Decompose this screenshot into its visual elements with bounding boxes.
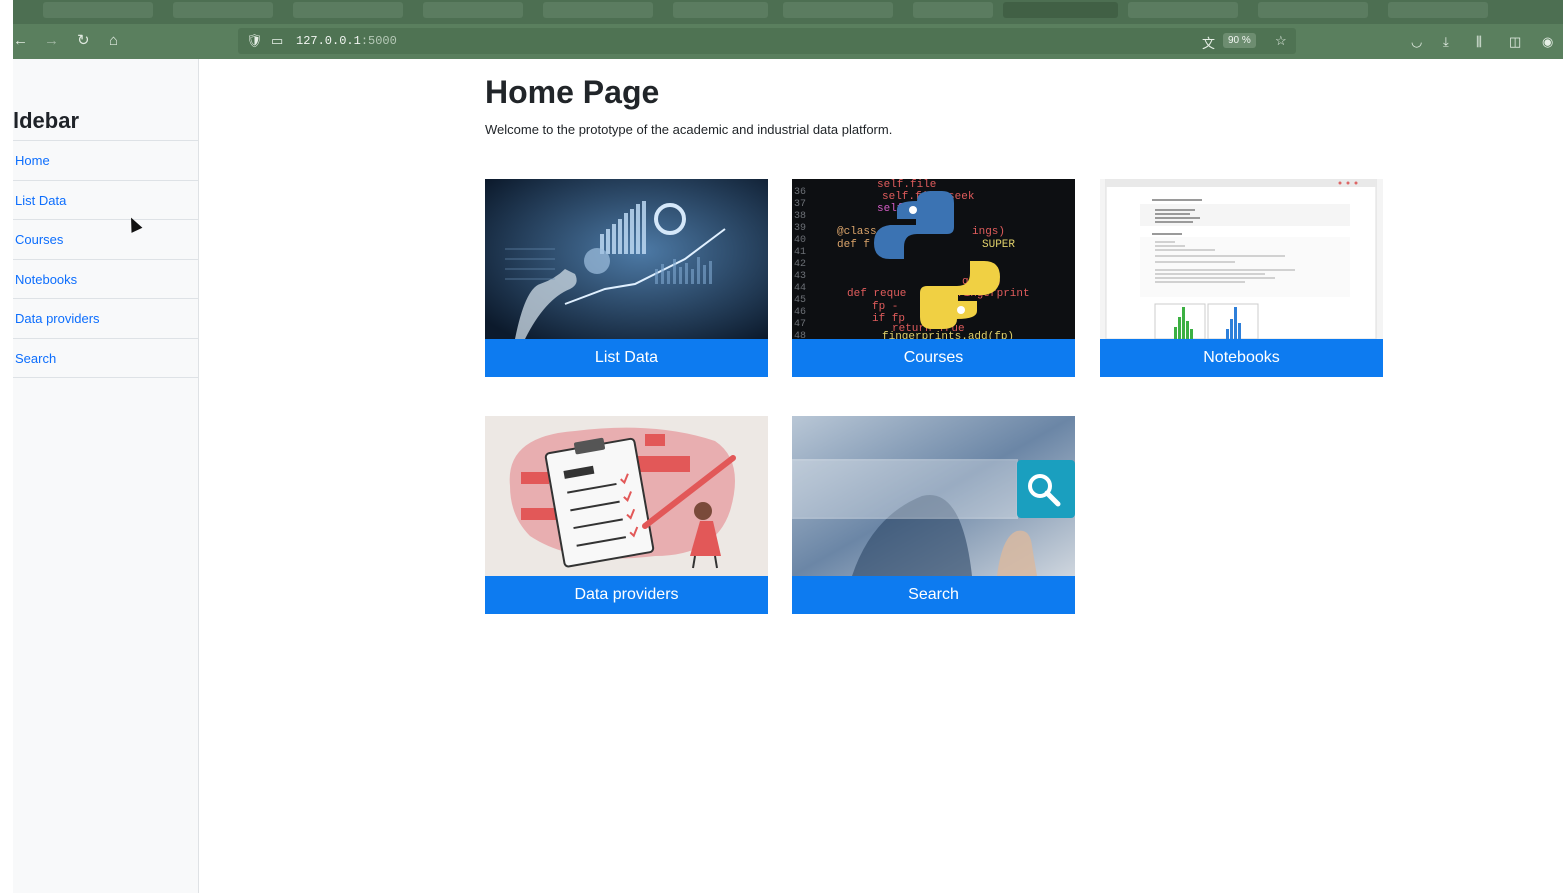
download-icon[interactable]: ⤓ — [1443, 34, 1449, 50]
list-data-button[interactable]: List Data — [485, 339, 768, 377]
data-providers-button[interactable]: Data providers — [485, 576, 768, 614]
sidebar-item-label[interactable]: Notebooks — [15, 272, 77, 287]
sidebar-item-label[interactable]: Courses — [15, 232, 63, 247]
page-icon: ▭ — [271, 33, 284, 48]
svg-text:self.file: self.file — [877, 179, 936, 191]
card-list-data: List Data — [485, 179, 768, 377]
pocket-icon[interactable]: ◡ — [1411, 34, 1422, 50]
svg-text:48: 48 — [794, 331, 806, 339]
python-code-image: 36 37 38 39 40 41 42 43 44 45 46 47 48 self.file… — [792, 179, 1075, 339]
url-port: :5000 — [360, 34, 397, 48]
shield-icon[interactable]: 🛡 — [246, 33, 263, 49]
svg-text:41: 41 — [794, 247, 806, 258]
sidebar-item-label[interactable]: Search — [15, 351, 56, 366]
sidebar: ldebar Home List Data Courses Notebooks … — [13, 59, 199, 893]
svg-text:44: 44 — [794, 283, 806, 294]
page-title: Home Page — [485, 74, 660, 110]
svg-text:SUPER: SUPER — [982, 239, 1015, 251]
account-icon[interactable]: ◉ — [1542, 34, 1553, 50]
notebooks-button[interactable]: Notebooks — [1100, 339, 1383, 377]
svg-text:def reque: def reque — [847, 288, 906, 300]
svg-text:ings): ings) — [972, 226, 1005, 238]
sidebar-item-label[interactable]: Data providers — [15, 311, 100, 326]
browser-toolbar: ← → ↻ ⌂ 🛡 ▭ 127.0.0.1:5000 文 90 % ☆ ◡ ⤓ … — [13, 24, 1563, 59]
svg-text:40: 40 — [794, 235, 806, 246]
svg-text:37: 37 — [794, 199, 806, 210]
svg-text:36: 36 — [794, 187, 806, 198]
card-search: Search — [792, 416, 1075, 614]
page-description: Welcome to the prototype of the academic… — [485, 122, 893, 137]
data-analytics-image — [485, 179, 768, 339]
card-notebooks: Notebooks — [1100, 179, 1383, 377]
sidebar-item-list-data[interactable]: List Data — [13, 181, 198, 220]
home-icon[interactable]: ⌂ — [109, 33, 118, 49]
svg-text:fingerprints.add(fp): fingerprints.add(fp) — [882, 331, 1014, 339]
svg-text:42: 42 — [794, 259, 806, 270]
sidebar-title: ldebar — [13, 108, 80, 133]
svg-text:def f: def f — [837, 239, 870, 251]
translate-icon[interactable]: 文 — [1202, 33, 1215, 52]
reload-icon[interactable]: ↻ — [77, 33, 90, 49]
search-bar-image — [792, 416, 1075, 576]
notebook-screenshot-image — [1100, 179, 1383, 339]
card-courses: 36 37 38 39 40 41 42 43 44 45 46 47 48 self.file… — [792, 179, 1075, 377]
svg-text:46: 46 — [794, 307, 806, 318]
svg-text:fp -: fp - — [872, 301, 898, 313]
svg-text:38: 38 — [794, 211, 806, 222]
svg-text:47: 47 — [794, 319, 806, 330]
sidebar-item-search[interactable]: Search — [13, 339, 198, 378]
svg-text:39: 39 — [794, 223, 806, 234]
courses-button[interactable]: Courses — [792, 339, 1075, 377]
svg-text:@class: @class — [837, 226, 877, 238]
back-arrow-icon[interactable]: ← — [13, 33, 28, 49]
svg-text:45: 45 — [794, 295, 806, 306]
url-host: 127.0.0.1 — [296, 34, 361, 48]
bookmark-star-icon[interactable]: ☆ — [1275, 33, 1287, 49]
sidebar-item-label[interactable]: List Data — [15, 193, 66, 208]
screen-edge — [0, 0, 13, 893]
card-data-providers: Data providers — [485, 416, 768, 614]
url-text[interactable]: 127.0.0.1:5000 — [296, 34, 397, 48]
sidebar-item-courses[interactable]: Courses — [13, 220, 198, 260]
sidebar-item-notebooks[interactable]: Notebooks — [13, 260, 198, 299]
search-button[interactable]: Search — [792, 576, 1075, 614]
sidebar-nav: Home List Data Courses Notebooks Data pr… — [13, 140, 198, 378]
sidebar-item-label[interactable]: Home — [15, 153, 50, 168]
browser-tab-strip — [13, 0, 1563, 24]
forward-arrow-icon[interactable]: → — [44, 33, 59, 49]
library-icon[interactable]: ⫼ — [1476, 34, 1482, 50]
sidebar-item-home[interactable]: Home — [13, 141, 198, 181]
svg-text:43: 43 — [794, 271, 806, 282]
zoom-level[interactable]: 90 % — [1223, 33, 1256, 48]
sidebar-item-data-providers[interactable]: Data providers — [13, 299, 198, 339]
checklist-illustration-image — [485, 416, 768, 576]
address-bar[interactable]: 🛡 ▭ 127.0.0.1:5000 文 90 % ☆ — [238, 28, 1296, 54]
sidebar-toggle-icon[interactable]: ◫ — [1509, 34, 1521, 50]
